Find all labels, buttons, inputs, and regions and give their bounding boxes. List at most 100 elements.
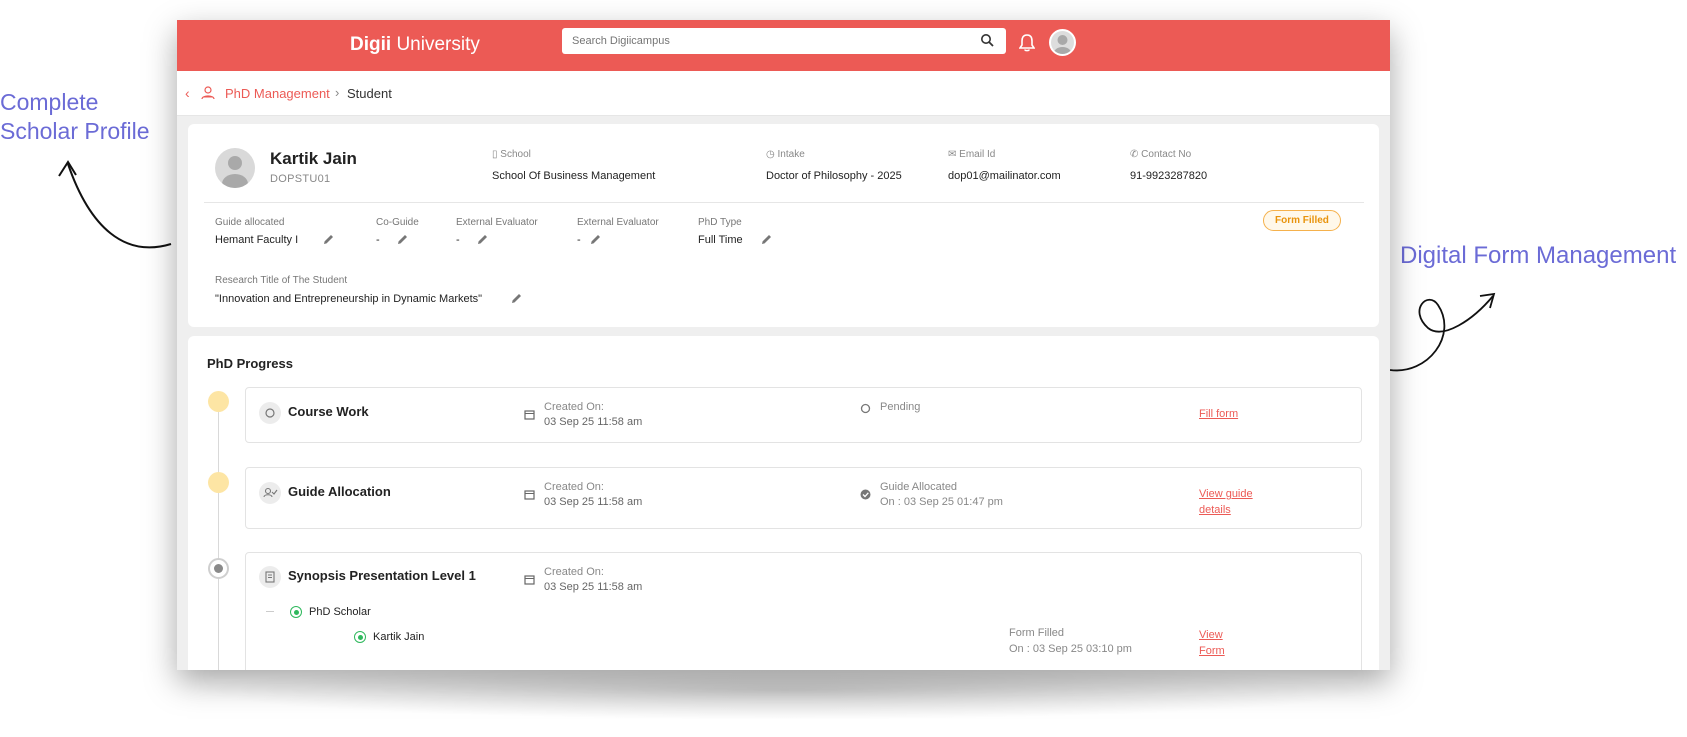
step-synopsis-presentation-level-1: Synopsis Presentation Level 1 Created On…	[245, 552, 1362, 670]
external-evaluator-2-value: -	[577, 234, 581, 246]
view-guide-details-line1: View guide	[1199, 488, 1253, 500]
document-icon	[265, 571, 275, 583]
external-evaluator-1-label: External Evaluator	[456, 217, 538, 228]
created-on-value: 03 Sep 25 11:58 am	[544, 581, 643, 593]
search-icon[interactable]	[980, 33, 994, 47]
breadcrumb-phd-management-link[interactable]: PhD Management	[225, 86, 330, 101]
step-guide-allocation: Guide Allocation Created On: 03 Sep 25 1…	[245, 467, 1362, 529]
intake-value: Doctor of Philosophy - 2025	[766, 170, 902, 182]
research-title-value: "Innovation and Entrepreneurship in Dyna…	[215, 293, 483, 305]
student-avatar-icon	[222, 156, 248, 188]
edit-external-evaluator-2-pencil-icon[interactable]	[589, 233, 602, 246]
research-title-label: Research Title of The Student	[215, 275, 348, 286]
app-window: Digii University ‹ PhD Manageme	[177, 20, 1390, 670]
fill-form-link[interactable]: Fill form	[1199, 406, 1238, 422]
step-title: Guide Allocation	[288, 484, 391, 499]
breadcrumb-separator-icon: ›	[335, 85, 340, 100]
contact-value: 91-9923287820	[1130, 170, 1208, 182]
annotation-left-line2: Scholar Profile	[0, 118, 150, 144]
email-label-text: Email Id	[959, 149, 996, 160]
course-work-glyph-icon	[265, 408, 275, 418]
timeline-dot-synopsis-current	[208, 558, 229, 579]
breadcrumb: ‹ PhD Management › Student	[177, 71, 1390, 116]
synopsis-icon	[259, 566, 281, 588]
brand-suffix: University	[391, 34, 480, 55]
guide-label: Guide allocated	[215, 217, 285, 228]
view-guide-details-link[interactable]: View guide details	[1199, 486, 1253, 518]
step-status: Guide Allocated	[880, 481, 958, 493]
email-value: dop01@mailinator.com	[948, 170, 1061, 182]
step-status-date: On : 03 Sep 25 01:47 pm	[880, 496, 1003, 508]
sub-status-date: On : 03 Sep 25 03:10 pm	[1009, 643, 1132, 655]
profile-divider	[204, 202, 1364, 203]
guide-value: Hemant Faculty I	[215, 234, 299, 246]
sub-person-name: Kartik Jain	[373, 631, 425, 643]
back-chevron-icon[interactable]: ‹	[185, 85, 190, 101]
calendar-icon	[524, 410, 535, 420]
coguide-value: -	[376, 234, 380, 246]
annotation-digital-form-management: Digital Form Management	[1400, 242, 1677, 269]
brand-logo[interactable]: Digii University	[350, 34, 480, 56]
intake-label: ◷ Intake	[766, 149, 805, 160]
external-evaluator-2-label: External Evaluator	[577, 217, 659, 228]
view-form-line1: View	[1199, 629, 1223, 641]
created-on-value: 03 Sep 25 11:58 am	[544, 496, 643, 508]
right-loop-arrow-icon	[1389, 292, 1496, 372]
course-work-icon	[259, 402, 281, 424]
phd-progress-title: PhD Progress	[207, 356, 293, 371]
school-label-text: School	[500, 149, 531, 160]
school-icon: ▯	[492, 149, 498, 160]
left-curved-arrow-icon	[58, 160, 172, 249]
person-check-icon	[263, 487, 278, 498]
edit-coguide-pencil-icon[interactable]	[396, 233, 409, 246]
external-evaluator-1-value: -	[456, 234, 460, 246]
edit-external-evaluator-1-pencil-icon[interactable]	[476, 233, 489, 246]
created-on-value: 03 Sep 25 11:58 am	[544, 416, 643, 428]
timeline-line	[218, 400, 219, 670]
form-filled-status-badge: Form Filled	[1263, 210, 1341, 231]
check-circle-icon	[860, 489, 871, 500]
clock-icon: ◷	[766, 149, 775, 160]
search-box	[562, 28, 1006, 54]
email-label: ✉ Email Id	[948, 149, 995, 160]
edit-phd-type-pencil-icon[interactable]	[760, 233, 773, 246]
top-bar: Digii University	[177, 20, 1390, 71]
annotation-left-line1: Complete	[0, 89, 99, 115]
brand-prefix: Digii	[350, 34, 392, 55]
search-input[interactable]	[562, 28, 962, 54]
edit-research-title-pencil-icon[interactable]	[510, 292, 523, 305]
step-course-work: Course Work Created On: 03 Sep 25 11:58 …	[245, 387, 1362, 443]
step-status: Pending	[880, 401, 921, 413]
calendar-icon	[524, 490, 535, 500]
phd-type-label: PhD Type	[698, 217, 742, 228]
guide-allocation-icon	[259, 482, 281, 504]
view-form-link[interactable]: View Form	[1199, 627, 1225, 659]
student-id: DOPSTU01	[270, 173, 331, 185]
user-avatar-icon	[1053, 35, 1072, 54]
contact-label: ✆ Contact No	[1130, 149, 1191, 160]
edit-guide-pencil-icon[interactable]	[322, 233, 335, 246]
view-guide-details-line2: details	[1199, 504, 1231, 516]
scholar-profile-card: Kartik Jain DOPSTU01 ▯ School School Of …	[188, 124, 1379, 327]
intake-label-text: Intake	[777, 149, 805, 160]
breadcrumb-current: Student	[347, 86, 392, 101]
view-form-line2: Form	[1199, 645, 1225, 657]
created-on-label: Created On:	[544, 401, 604, 413]
user-avatar[interactable]	[1049, 29, 1076, 56]
step-title: Synopsis Presentation Level 1	[288, 568, 476, 583]
created-on-label: Created On:	[544, 566, 604, 578]
student-avatar	[215, 148, 255, 188]
school-value: School Of Business Management	[492, 170, 656, 182]
annotation-complete-scholar-profile: Complete Scholar Profile	[0, 88, 150, 146]
phd-scholar-group-label: PhD Scholar	[309, 606, 371, 618]
phone-icon: ✆	[1130, 149, 1139, 160]
phd-management-icon	[201, 86, 215, 100]
kartik-jain-check-icon	[354, 631, 366, 643]
student-name: Kartik Jain	[270, 149, 357, 168]
notification-bell-icon[interactable]	[1019, 34, 1035, 52]
calendar-icon	[524, 575, 535, 585]
school-label: ▯ School	[492, 149, 531, 160]
phd-progress-card: PhD Progress Course Work Created On: 03 …	[188, 336, 1379, 670]
created-on-label: Created On:	[544, 481, 604, 493]
sub-tree-connector	[266, 611, 274, 612]
